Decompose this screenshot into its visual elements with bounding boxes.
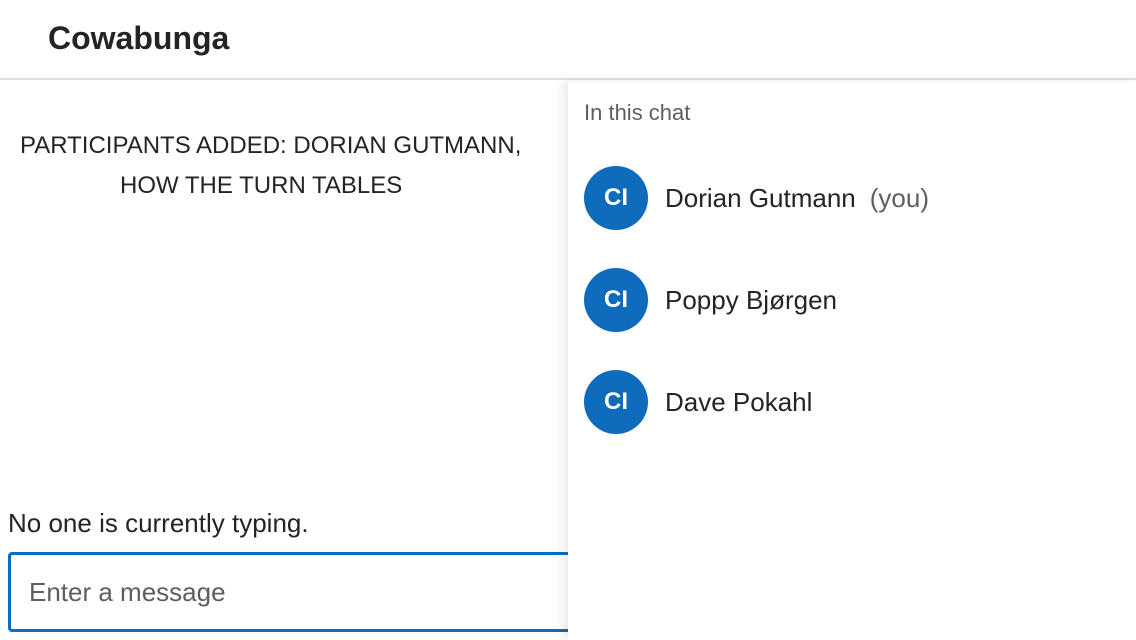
avatar: CI xyxy=(584,268,648,332)
participants-heading: In this chat xyxy=(584,100,691,125)
avatar: CI xyxy=(584,370,648,434)
you-label: (you) xyxy=(869,182,930,213)
system-message-line-1: PARTICIPANTS ADDED: DORIAN GUTMANN, xyxy=(20,132,522,159)
chat-title: Cowabunga xyxy=(48,20,230,56)
typing-indicator: No one is currently typing. xyxy=(8,508,309,538)
participant-name: Dorian Gutmann xyxy=(665,182,856,213)
message-thread: PARTICIPANTS ADDED: DORIAN GUTMANN, HOW … xyxy=(0,82,628,640)
participant-name: Poppy Bjørgen xyxy=(665,284,837,315)
participant-item[interactable]: CI Dorian Gutmann (you) xyxy=(584,166,929,230)
participant-item[interactable]: CI Dave Pokahl xyxy=(584,370,812,434)
system-message: PARTICIPANTS ADDED: DORIAN GUTMANN, HOW … xyxy=(0,126,568,206)
chat-header: Cowabunga xyxy=(0,0,1136,80)
chat-app: Cowabunga PARTICIPANTS ADDED: DORIAN GUT… xyxy=(0,0,1136,640)
participant-item[interactable]: CI Poppy Bjørgen xyxy=(584,268,837,332)
system-message-line-2: HOW THE TURN TABLES xyxy=(120,172,403,199)
participants-panel: In this chat CI Dorian Gutmann (you) CI … xyxy=(568,82,1136,640)
message-input[interactable] xyxy=(8,552,628,632)
participant-name: Dave Pokahl xyxy=(665,386,813,417)
avatar: CI xyxy=(584,166,648,230)
